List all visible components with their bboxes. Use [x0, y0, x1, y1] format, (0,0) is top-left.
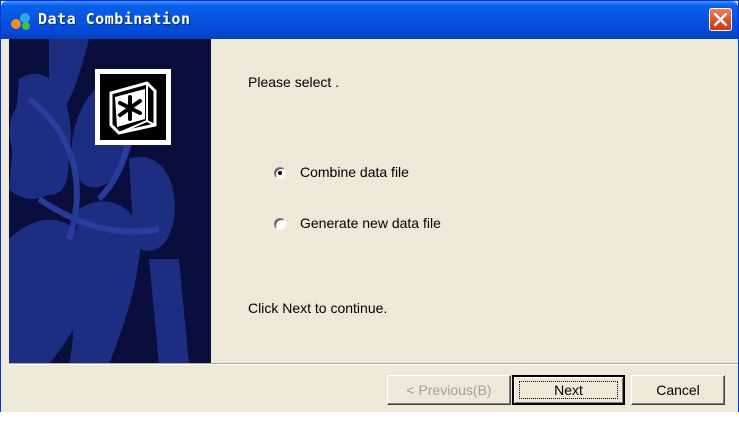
- dialog-window: Data Combination Please select . Combine…: [0, 0, 739, 421]
- cancel-button[interactable]: Cancel: [631, 375, 725, 405]
- window-title: Data Combination: [38, 10, 191, 28]
- generate-new-data-file-label[interactable]: Generate new data file: [300, 215, 441, 231]
- previous-button[interactable]: < Previous(B): [387, 375, 511, 405]
- close-icon: [714, 13, 727, 26]
- bottom-strip: [0, 412, 739, 421]
- previous-button-label: < Previous(B): [406, 382, 492, 398]
- cancel-button-label: Cancel: [656, 382, 700, 398]
- continue-hint: Click Next to continue.: [248, 300, 388, 316]
- asterisk-logo-icon: [95, 69, 171, 145]
- generate-new-data-file-radio[interactable]: [274, 218, 286, 230]
- prompt-text: Please select .: [248, 74, 340, 90]
- button-bar: < Previous(B) Next Cancel: [9, 364, 738, 414]
- wizard-side-panel: [9, 39, 211, 364]
- app-icon: [10, 11, 32, 31]
- next-button-label: Next: [554, 382, 583, 398]
- wizard-content: Please select . Combine data file Genera…: [211, 39, 738, 364]
- title-bar[interactable]: Data Combination: [1, 1, 738, 39]
- combine-data-file-radio[interactable]: [274, 167, 286, 179]
- next-button[interactable]: Next: [512, 375, 625, 405]
- combine-data-file-label[interactable]: Combine data file: [300, 164, 409, 180]
- close-button[interactable]: [709, 8, 732, 31]
